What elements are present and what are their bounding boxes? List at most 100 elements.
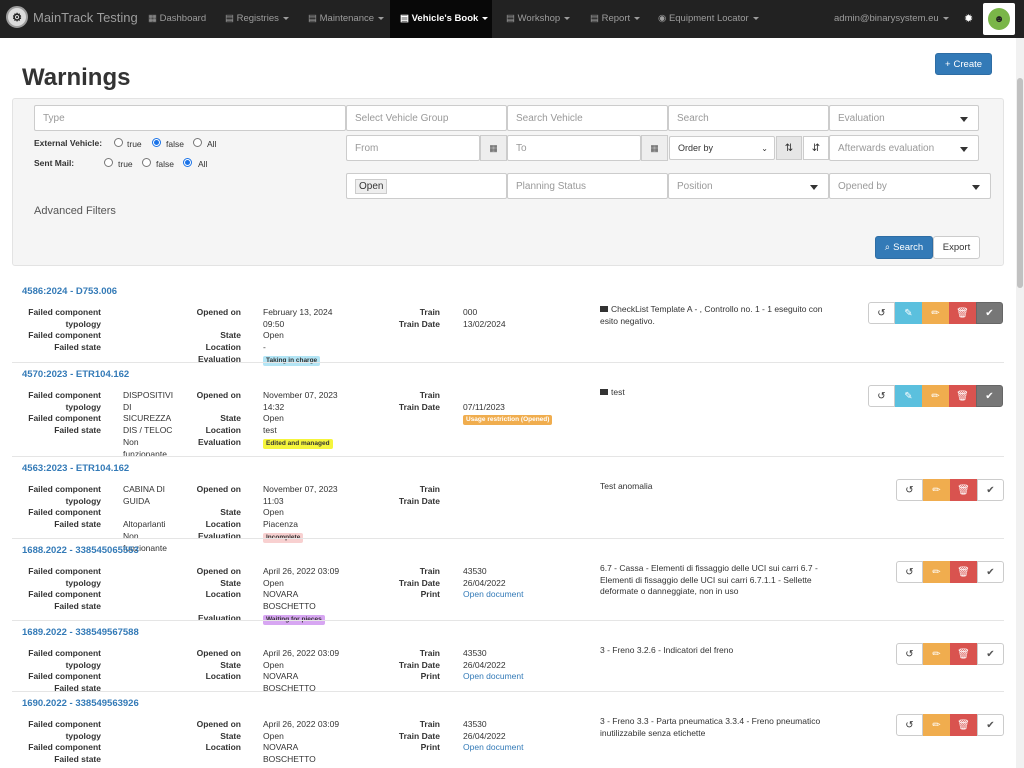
delete-trash-icon[interactable]: 🗑	[950, 561, 977, 583]
afterwards-evaluation-select[interactable]: Afterwards evaluation	[829, 135, 979, 161]
state-value: Open	[263, 507, 284, 518]
warning-id-link[interactable]: 4586:2024 - D753.006	[22, 286, 117, 297]
history-icon[interactable]: ↺	[868, 385, 895, 407]
state-label: State	[220, 730, 241, 741]
history-icon[interactable]: ↺	[896, 714, 923, 736]
wrench-icon[interactable]: ✎	[895, 302, 922, 324]
external-vehicle-false-radio[interactable]	[152, 138, 161, 147]
check-icon[interactable]: ✔	[977, 561, 1004, 583]
state-label: State	[220, 413, 241, 424]
opened-on-label: Opened on	[196, 566, 241, 576]
caret-icon	[378, 16, 385, 20]
external-vehicle-label: External Vehicle:	[34, 138, 103, 148]
external-vehicle-all-radio[interactable]	[193, 138, 202, 147]
vehicle-group-select[interactable]: Select Vehicle Group	[346, 105, 507, 131]
warning-id-link[interactable]: 1690.2022 - 338549563926	[22, 698, 139, 709]
check-icon[interactable]: ✔	[977, 714, 1004, 736]
export-button[interactable]: Export	[933, 236, 980, 259]
failed-component-label: Failed component	[28, 330, 101, 341]
delete-trash-icon[interactable]: 🗑	[949, 302, 976, 324]
opened-on-label: Opened on	[196, 390, 241, 400]
edit-pencil-icon[interactable]: ✏	[922, 302, 949, 324]
create-button[interactable]: + Create	[935, 53, 992, 75]
warning-id-link[interactable]: 1689.2022 - 338549567588	[22, 627, 139, 638]
check-icon[interactable]: ✔	[976, 385, 1003, 407]
calendar-icon[interactable]: ▦	[641, 135, 668, 161]
type-input[interactable]: Type	[34, 105, 346, 131]
failed-component-typology-label: Failed component typology	[28, 307, 101, 329]
brand[interactable]: ⚙ MainTrack Testing	[6, 6, 138, 28]
open-document-link[interactable]: Open document	[463, 589, 523, 601]
delete-trash-icon[interactable]: 🗑	[949, 385, 976, 407]
nav-maintenance[interactable]: ▤ Maintenance	[298, 0, 394, 38]
check-icon[interactable]: ✔	[977, 479, 1004, 501]
nav-report[interactable]: ▤ Report	[580, 0, 650, 38]
usage-restriction-badge-wrap: Usage restriction (Opened)	[463, 413, 553, 426]
open-document-link[interactable]: Open document	[463, 671, 523, 683]
train-value: 43530	[463, 648, 487, 658]
history-icon[interactable]: ↺	[896, 479, 923, 501]
advanced-filters-link[interactable]: Advanced Filters	[34, 205, 116, 217]
edit-pencil-icon[interactable]: ✏	[923, 561, 950, 583]
edit-pencil-icon[interactable]: ✏	[923, 479, 950, 501]
check-icon[interactable]: ✔	[976, 302, 1003, 324]
history-icon[interactable]: ↺	[868, 302, 895, 324]
from-date-input[interactable]: From	[346, 135, 480, 161]
nav-registries[interactable]: ▤ Registries	[215, 0, 299, 38]
nav-vehicles-book[interactable]: ▤ Vehicle's Book	[390, 0, 492, 38]
failed-component-typology-label: Failed component typology	[28, 566, 101, 588]
check-icon[interactable]: ✔	[977, 643, 1004, 665]
evaluation-select[interactable]: Evaluation	[829, 105, 979, 131]
delete-trash-icon[interactable]: 🗑	[950, 714, 977, 736]
avatar[interactable]: ☻	[983, 3, 1015, 35]
user-menu[interactable]: admin@binarysystem.eu	[824, 0, 959, 38]
state-value: Open	[263, 577, 284, 588]
position-select[interactable]: Position	[668, 173, 829, 199]
page-title: Warnings	[22, 64, 131, 91]
location-label: Location	[205, 425, 241, 436]
description-text: CheckList Template A - , Controllo no. 1…	[600, 304, 823, 326]
sent-mail-true-radio[interactable]	[104, 158, 113, 167]
edit-pencil-icon[interactable]: ✏	[922, 385, 949, 407]
opened-on-value: February 13, 2024 09:50	[263, 307, 333, 329]
edit-pencil-icon[interactable]: ✏	[923, 714, 950, 736]
gear-icon[interactable]: ✹	[954, 0, 983, 38]
nav-dashboard[interactable]: ▦ Dashboard	[138, 0, 216, 38]
warning-id-link[interactable]: 4570:2023 - ETR104.162	[22, 369, 129, 380]
nav-equipment-locator[interactable]: ◉ Equipment Locator	[648, 0, 769, 38]
warning-id-link[interactable]: 1688.2022 - 338545065553	[22, 545, 139, 556]
external-vehicle-true-radio[interactable]	[114, 138, 123, 147]
nav-workshop[interactable]: ▤ Workshop	[496, 0, 580, 38]
sort-ascending-icon[interactable]: ⇅	[776, 136, 802, 160]
row-actions: ↺ ✏ 🗑 ✔	[896, 643, 1004, 665]
wrench-icon[interactable]: ✎	[895, 385, 922, 407]
failed-component-typology-label: Failed component typology	[28, 719, 101, 741]
search-vehicle-input[interactable]: Search Vehicle	[507, 105, 668, 131]
planning-status-select[interactable]: Planning Status	[507, 173, 668, 199]
history-icon[interactable]: ↺	[896, 643, 923, 665]
location-value: NOVARA BOSCHETTO	[263, 742, 316, 765]
search-input[interactable]: Search	[668, 105, 829, 131]
delete-trash-icon[interactable]: 🗑	[950, 643, 977, 665]
warning-description: CheckList Template A - , Controllo no. 1…	[600, 304, 836, 327]
warning-id-link[interactable]: 4563:2023 - ETR104.162	[22, 463, 129, 474]
sort-descending-icon[interactable]: ⇵	[803, 136, 829, 160]
opened-on-label: Opened on	[196, 719, 241, 729]
order-by-select[interactable]: Order by ⌄	[669, 136, 775, 160]
status-select[interactable]: Open	[346, 173, 507, 199]
calendar-icon[interactable]: ▦	[480, 135, 507, 161]
dropdown-arrow-icon	[972, 185, 980, 190]
open-document-link[interactable]: Open document	[463, 742, 523, 754]
delete-trash-icon[interactable]: 🗑	[950, 479, 977, 501]
opened-by-select[interactable]: Opened by	[829, 173, 991, 199]
history-icon[interactable]: ↺	[896, 561, 923, 583]
sent-mail-all-radio[interactable]	[183, 158, 192, 167]
scrollbar-thumb[interactable]	[1017, 78, 1023, 288]
edit-pencil-icon[interactable]: ✏	[923, 643, 950, 665]
scrollbar[interactable]	[1016, 38, 1024, 768]
sent-mail-false-radio[interactable]	[142, 158, 151, 167]
to-date-input[interactable]: To	[507, 135, 641, 161]
train-value: 000	[463, 307, 478, 317]
search-button[interactable]: ⌕ Search	[875, 236, 933, 259]
status-tag[interactable]: Open	[355, 178, 388, 194]
